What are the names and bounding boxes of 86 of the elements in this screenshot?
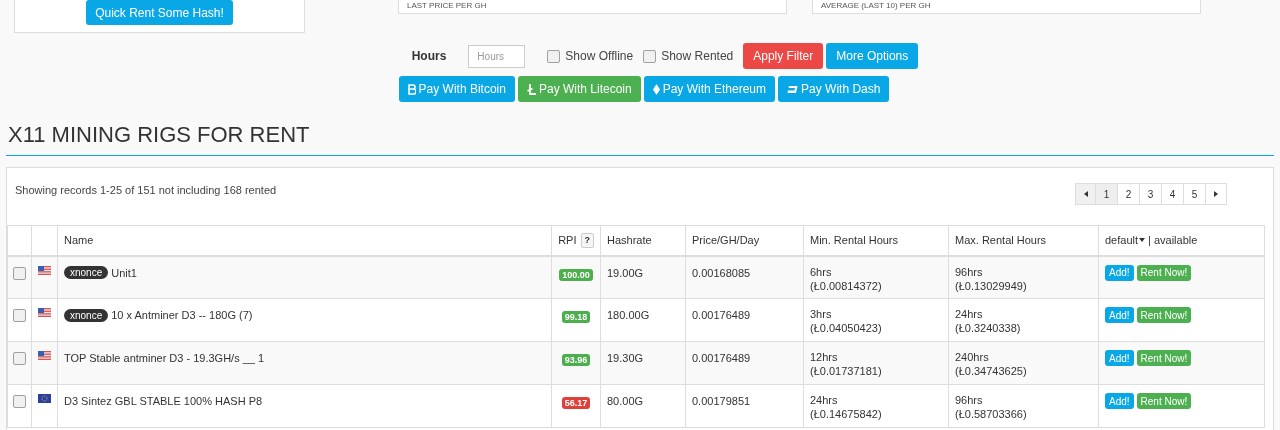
rpi-badge: 56.17 bbox=[561, 397, 591, 409]
pay-button[interactable]: Pay With Bitcoin bbox=[398, 76, 515, 102]
rig-name: TOP Stable antminer D3 - 19.3GH/s __ 1 bbox=[64, 351, 265, 366]
add-button[interactable]: Add! bbox=[1105, 393, 1134, 409]
page-button[interactable]: 5 bbox=[1184, 183, 1206, 205]
max-cost: (Ł0.3240338) bbox=[955, 321, 1022, 335]
row-checkbox[interactable] bbox=[13, 266, 26, 280]
max-hours: 24hrs bbox=[955, 307, 984, 321]
max-hours: 96hrs bbox=[955, 393, 984, 407]
max-hours: 240hrs bbox=[955, 350, 990, 364]
rent-now-button[interactable]: Rent Now! bbox=[1136, 350, 1192, 366]
add-button[interactable]: Add! bbox=[1105, 350, 1134, 366]
rent-now-button[interactable]: Rent Now! bbox=[1136, 264, 1192, 281]
pay-button[interactable]: Pay With Dash bbox=[778, 76, 890, 102]
column-header: RPI bbox=[558, 233, 577, 248]
rig-name: 10 x Antminer D3 -- 180G (7) bbox=[111, 308, 253, 323]
rpi-badge: 93.96 bbox=[561, 354, 591, 366]
column-header: Max. Rental Hours bbox=[955, 234, 1047, 246]
previous-page-button[interactable] bbox=[1075, 183, 1096, 205]
min-cost: (Ł0.01737181) bbox=[810, 364, 883, 378]
page-button[interactable]: 2 bbox=[1118, 183, 1140, 205]
records-info: Showing records 1-25 of 151 not including 168 rented bbox=[15, 183, 277, 198]
rig-name: D3 Sintez GBL STABLE 100% HASH P8 bbox=[64, 394, 263, 409]
rent-now-button[interactable]: Rent Now! bbox=[1136, 307, 1192, 323]
stat-label: LAST PRICE PER GH bbox=[407, 1, 487, 10]
column-header: Min. Rental Hours bbox=[810, 234, 899, 246]
show-offline-checkbox[interactable] bbox=[547, 49, 561, 63]
max-hours: 96hrs bbox=[955, 264, 984, 279]
price-cell: 0.00168085 bbox=[692, 266, 751, 279]
max-cost: (Ł0.13029949) bbox=[955, 278, 1028, 293]
price-cell: 0.00176489 bbox=[692, 309, 751, 321]
sort-dropdown[interactable]: default bbox=[1105, 232, 1146, 249]
page-button[interactable]: 3 bbox=[1140, 183, 1162, 205]
max-cost: (Ł0.58703366) bbox=[955, 407, 1028, 421]
page-button[interactable]: 4 bbox=[1162, 183, 1184, 205]
min-cost: (Ł0.14675842) bbox=[810, 407, 883, 421]
rent-now-button[interactable]: Rent Now! bbox=[1136, 393, 1192, 409]
rig-name: Unit1 bbox=[111, 265, 137, 281]
stat-label: AVERAGE (LAST 10) PER GH bbox=[821, 1, 931, 10]
show-rented-checkbox[interactable] bbox=[643, 49, 657, 63]
hours-label: Hours bbox=[411, 48, 447, 65]
quick-rent-button[interactable]: Quick Rent Some Hash! bbox=[86, 0, 233, 25]
section-heading: X11 MINING RIGS FOR RENT bbox=[7, 121, 311, 149]
show-offline-label: Show Offline bbox=[565, 48, 634, 65]
hashrate-cell: 80.00G bbox=[607, 395, 644, 407]
more-options-button[interactable]: More Options bbox=[826, 43, 919, 69]
tag-badge: xnonce bbox=[64, 308, 109, 322]
caret-down-icon bbox=[1139, 238, 1146, 243]
max-cost: (Ł0.34743625) bbox=[955, 364, 1028, 378]
min-cost: (Ł0.04050423) bbox=[810, 321, 883, 335]
next-page-button[interactable] bbox=[1206, 183, 1227, 205]
min-hours: 24hrs bbox=[810, 393, 839, 407]
row-checkbox[interactable] bbox=[13, 395, 26, 408]
rpi-help-button[interactable]: ? bbox=[580, 232, 594, 248]
price-cell: 0.00179851 bbox=[692, 395, 751, 407]
hashrate-cell: 19.30G bbox=[607, 352, 644, 364]
rpi-badge: 99.18 bbox=[561, 311, 591, 323]
rpi-badge: 100.00 bbox=[559, 268, 593, 281]
page-button[interactable]: 1 bbox=[1096, 183, 1118, 205]
tag-badge: xnonce bbox=[64, 266, 109, 280]
hashrate-cell: 19.00G bbox=[607, 266, 644, 279]
pay-button[interactable]: Pay With Litecoin bbox=[517, 76, 641, 102]
bitcoin-icon bbox=[407, 83, 416, 95]
min-hours: 6hrs bbox=[810, 264, 833, 279]
apply-filter-button[interactable]: Apply Filter bbox=[743, 43, 824, 69]
row-checkbox[interactable] bbox=[13, 352, 26, 365]
column-header: Name bbox=[64, 234, 94, 246]
litecoin-icon bbox=[526, 83, 536, 95]
show-rented-label: Show Rented bbox=[661, 48, 734, 65]
add-button[interactable]: Add! bbox=[1105, 264, 1134, 281]
dash-icon bbox=[787, 85, 799, 93]
hours-field[interactable]: Hours bbox=[468, 44, 526, 68]
caret-left-icon bbox=[1083, 191, 1088, 197]
ethereum-icon bbox=[652, 83, 660, 95]
column-header: | available bbox=[1148, 233, 1198, 248]
hashrate-cell: 180.00G bbox=[607, 309, 650, 321]
price-cell: 0.00176489 bbox=[692, 352, 751, 364]
row-checkbox[interactable] bbox=[13, 309, 26, 322]
column-header: Price/GH/Day bbox=[692, 234, 760, 246]
min-hours: 3hrs bbox=[810, 307, 833, 321]
min-hours: 12hrs bbox=[810, 350, 839, 364]
column-header: Hashrate bbox=[607, 234, 652, 246]
caret-right-icon bbox=[1214, 191, 1218, 197]
pay-button[interactable]: Pay With Ethereum bbox=[643, 76, 776, 102]
add-button[interactable]: Add! bbox=[1105, 307, 1134, 323]
min-cost: (Ł0.00814372) bbox=[810, 278, 883, 293]
